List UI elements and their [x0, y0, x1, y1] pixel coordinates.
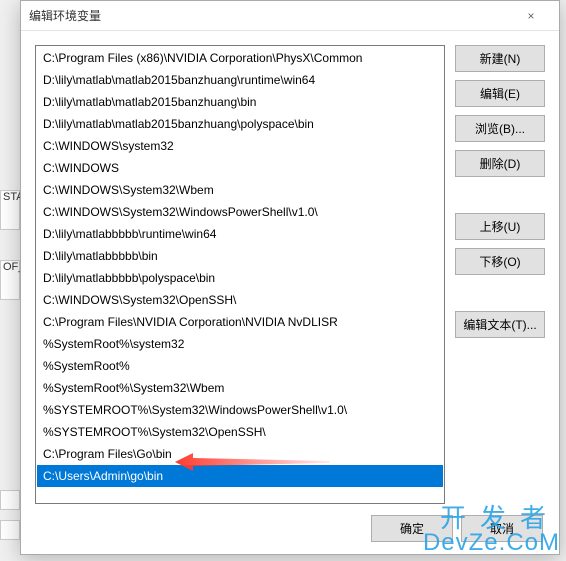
- list-item[interactable]: C:\Program Files\NVIDIA Corporation\NVID…: [37, 311, 443, 333]
- list-item[interactable]: D:\lily\matlab\matlab2015banzhuang\polys…: [37, 113, 443, 135]
- path-listbox[interactable]: C:\Program Files (x86)\NVIDIA Corporatio…: [35, 45, 445, 504]
- list-item[interactable]: D:\lily\matlab\matlab2015banzhuang\runti…: [37, 69, 443, 91]
- bg-fragment-2: OF_P: [0, 260, 20, 300]
- browse-button[interactable]: 浏览(B)...: [455, 115, 545, 142]
- cancel-button[interactable]: 取消: [461, 515, 543, 542]
- list-item[interactable]: D:\lily\matlabbbbb\polyspace\bin: [37, 267, 443, 289]
- bg-fragment-3: [0, 490, 20, 510]
- list-item[interactable]: C:\Users\Admin\go\bin: [37, 465, 443, 487]
- list-item[interactable]: %SYSTEMROOT%\System32\WindowsPowerShell\…: [37, 399, 443, 421]
- list-item[interactable]: %SystemRoot%\system32: [37, 333, 443, 355]
- dialog-footer: 确定 取消: [371, 515, 543, 542]
- list-item[interactable]: C:\WINDOWS\System32\WindowsPowerShell\v1…: [37, 201, 443, 223]
- delete-button[interactable]: 删除(D): [455, 150, 545, 177]
- list-item[interactable]: C:\Program Files\Go\bin: [37, 443, 443, 465]
- titlebar: 编辑环境变量 ×: [21, 1, 559, 31]
- new-button[interactable]: 新建(N): [455, 45, 545, 72]
- list-item[interactable]: C:\WINDOWS\System32\Wbem: [37, 179, 443, 201]
- list-item[interactable]: D:\lily\matlab\matlab2015banzhuang\bin: [37, 91, 443, 113]
- list-item[interactable]: %SystemRoot%: [37, 355, 443, 377]
- moveup-button[interactable]: 上移(U): [455, 213, 545, 240]
- edit-env-var-dialog: 编辑环境变量 × C:\Program Files (x86)\NVIDIA C…: [20, 0, 560, 555]
- list-item[interactable]: C:\WINDOWS\system32: [37, 135, 443, 157]
- list-item[interactable]: %SYSTEMROOT%\System32\OpenSSH\: [37, 421, 443, 443]
- list-item[interactable]: D:\lily\matlabbbbb\bin: [37, 245, 443, 267]
- list-item[interactable]: D:\lily\matlabbbbb\runtime\win64: [37, 223, 443, 245]
- ok-button[interactable]: 确定: [371, 515, 453, 542]
- movedown-button[interactable]: 下移(O): [455, 248, 545, 275]
- side-buttons: 新建(N) 编辑(E) 浏览(B)... 删除(D) 上移(U) 下移(O) 编…: [455, 45, 545, 504]
- bg-fragment-1: STA: [0, 190, 20, 230]
- edit-button[interactable]: 编辑(E): [455, 80, 545, 107]
- edittext-button[interactable]: 编辑文本(T)...: [455, 311, 545, 338]
- bg-fragment-4: [0, 520, 20, 540]
- close-icon: ×: [527, 9, 534, 23]
- close-button[interactable]: ×: [511, 1, 551, 31]
- dialog-title: 编辑环境变量: [29, 7, 101, 24]
- list-item[interactable]: %SystemRoot%\System32\Wbem: [37, 377, 443, 399]
- list-item[interactable]: C:\WINDOWS: [37, 157, 443, 179]
- list-item[interactable]: C:\Program Files (x86)\NVIDIA Corporatio…: [37, 47, 443, 69]
- list-item[interactable]: C:\WINDOWS\System32\OpenSSH\: [37, 289, 443, 311]
